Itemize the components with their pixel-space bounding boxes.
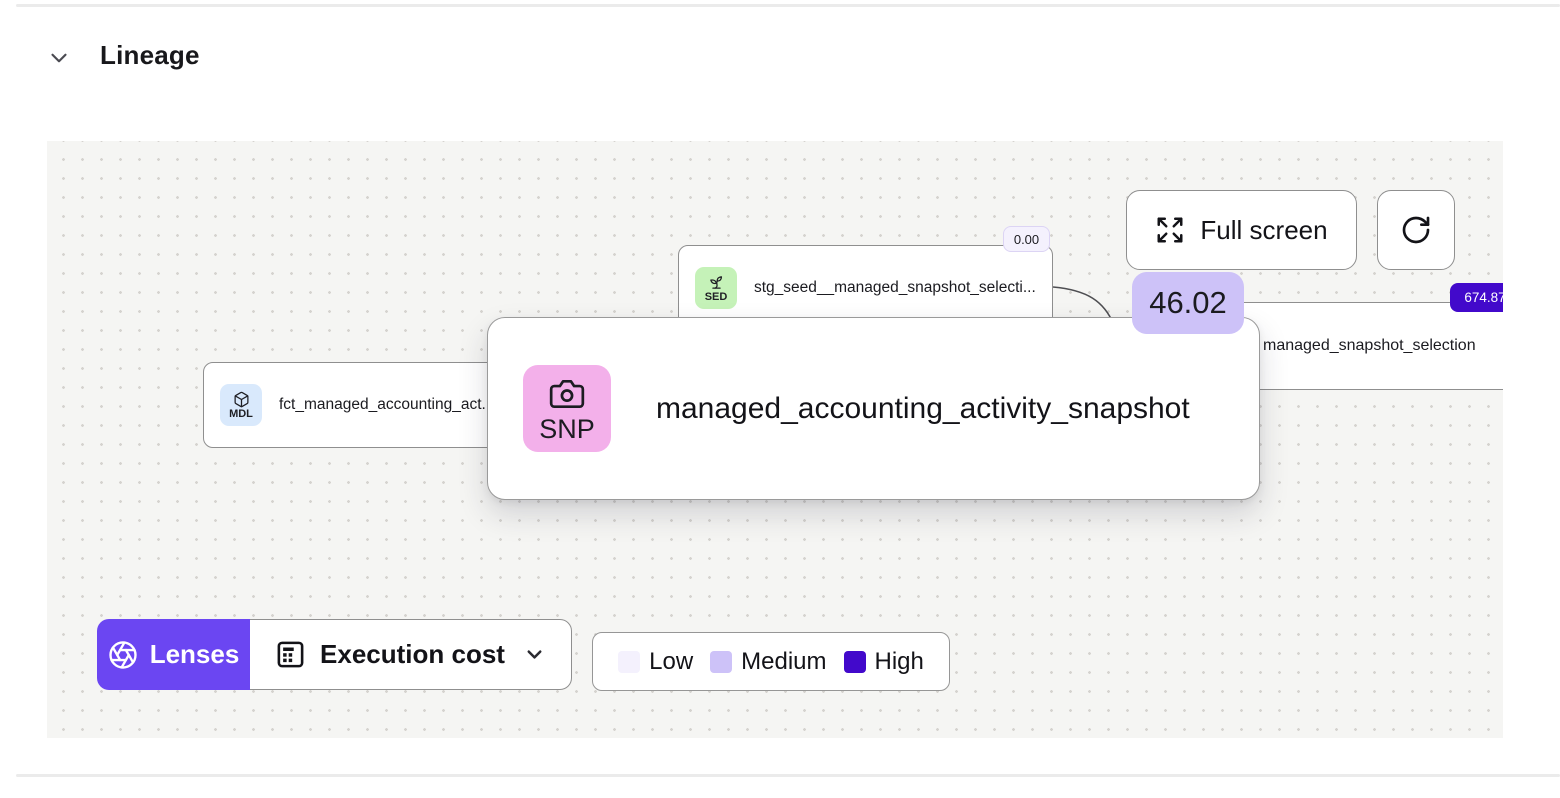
legend-label-medium: Medium: [741, 647, 827, 675]
camera-icon: [549, 379, 585, 408]
chevron-down-icon: [527, 650, 542, 659]
collapse-chevron-icon[interactable]: [46, 45, 72, 71]
aperture-icon: [109, 640, 137, 669]
lenses-label: Lenses: [149, 639, 240, 669]
lenses-button[interactable]: Lenses: [97, 619, 250, 690]
seed-type-icon: SED: [695, 267, 737, 309]
legend-item-high: High: [843, 647, 924, 676]
top-divider: [16, 4, 1560, 7]
snapshot-type-icon: SNP: [523, 365, 611, 452]
sprout-icon: [709, 275, 722, 289]
lens-dropdown[interactable]: Execution cost: [249, 619, 572, 690]
refresh-button[interactable]: [1377, 190, 1455, 270]
snapshot-type-code: SNP: [539, 413, 595, 444]
legend-label-low: Low: [649, 647, 694, 675]
legend-swatch-medium: [710, 650, 733, 673]
legend-swatch-low: [618, 650, 641, 673]
cost-badge-seed: 0.00: [1003, 226, 1050, 252]
lineage-panel: Lineage MDL fct_managed_accounting_act..…: [0, 0, 1560, 798]
legend-item-low: Low: [618, 648, 693, 676]
bottom-divider: [16, 774, 1560, 777]
node-card-managed-accounting-activity-snapshot[interactable]: SNP managed_accounting_activity_snapshot: [487, 317, 1260, 500]
cost-badge-snapshot: 46.02: [1132, 272, 1244, 334]
cube-icon: [233, 391, 249, 407]
node-label: stg_seed__managed_snapshot_selecti...: [754, 279, 1036, 296]
legend-label-high: High: [874, 647, 924, 675]
node-label: managed_snapshot_selection: [1263, 337, 1476, 354]
full-screen-button[interactable]: Full screen: [1126, 190, 1357, 270]
calculator-icon: [277, 641, 304, 668]
page-title: Lineage: [100, 40, 200, 70]
model-type-code: MDL: [229, 407, 253, 420]
expand-icon: [1157, 217, 1183, 243]
full-screen-label: Full screen: [1200, 214, 1328, 245]
node-title: managed_accounting_activity_snapshot: [656, 391, 1190, 425]
seed-type-code: SED: [704, 290, 728, 303]
node-label: fct_managed_accounting_act...: [279, 396, 495, 413]
lenses-control: Lenses Execution cost: [97, 619, 572, 690]
model-type-icon: MDL: [220, 384, 262, 426]
cost-badge-selection: 674.87: [1450, 283, 1503, 312]
legend-swatch-high: [843, 650, 866, 673]
legend-item-medium: Medium: [710, 647, 827, 676]
lineage-canvas[interactable]: MDL fct_managed_accounting_act... SED st…: [47, 141, 1503, 738]
cost-legend: Low Medium High: [592, 632, 950, 691]
selected-lens-label: Execution cost: [320, 639, 505, 669]
refresh-icon: [1402, 216, 1430, 244]
